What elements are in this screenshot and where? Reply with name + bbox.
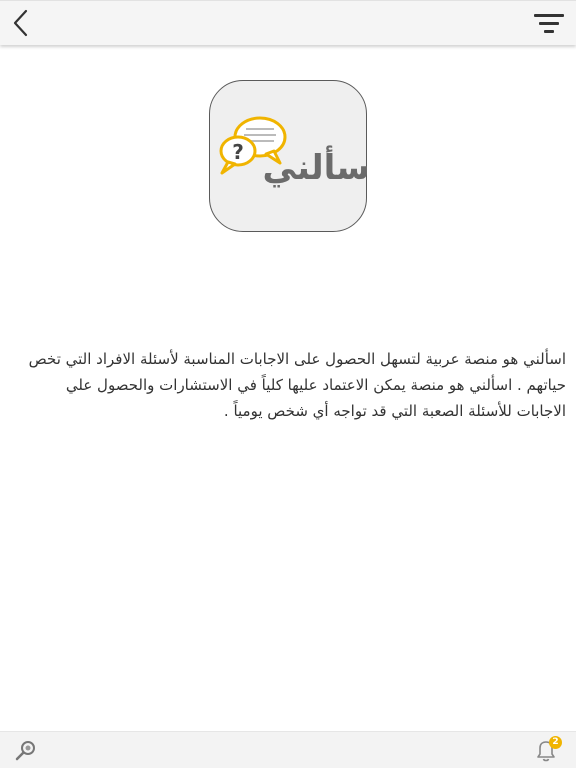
- app-description: اسألني هو منصة عربية لتسهل الحصول على ال…: [28, 350, 566, 420]
- search-button[interactable]: [14, 738, 38, 762]
- chat-bubbles-icon: ? اسألني: [219, 116, 368, 188]
- filter-icon: [534, 14, 564, 33]
- chevron-left-icon: [13, 9, 28, 37]
- app-logo: ? اسألني: [209, 80, 368, 232]
- search-icon: [15, 741, 35, 761]
- top-bar: [0, 0, 576, 45]
- logo-question-mark: ?: [232, 140, 244, 164]
- back-button[interactable]: [8, 7, 36, 39]
- notification-badge: 2: [549, 736, 562, 749]
- logo-text: اسألني: [263, 145, 368, 188]
- filter-button[interactable]: [532, 9, 566, 37]
- notifications-button[interactable]: 2: [532, 736, 562, 764]
- bottom-bar: 2: [0, 731, 576, 768]
